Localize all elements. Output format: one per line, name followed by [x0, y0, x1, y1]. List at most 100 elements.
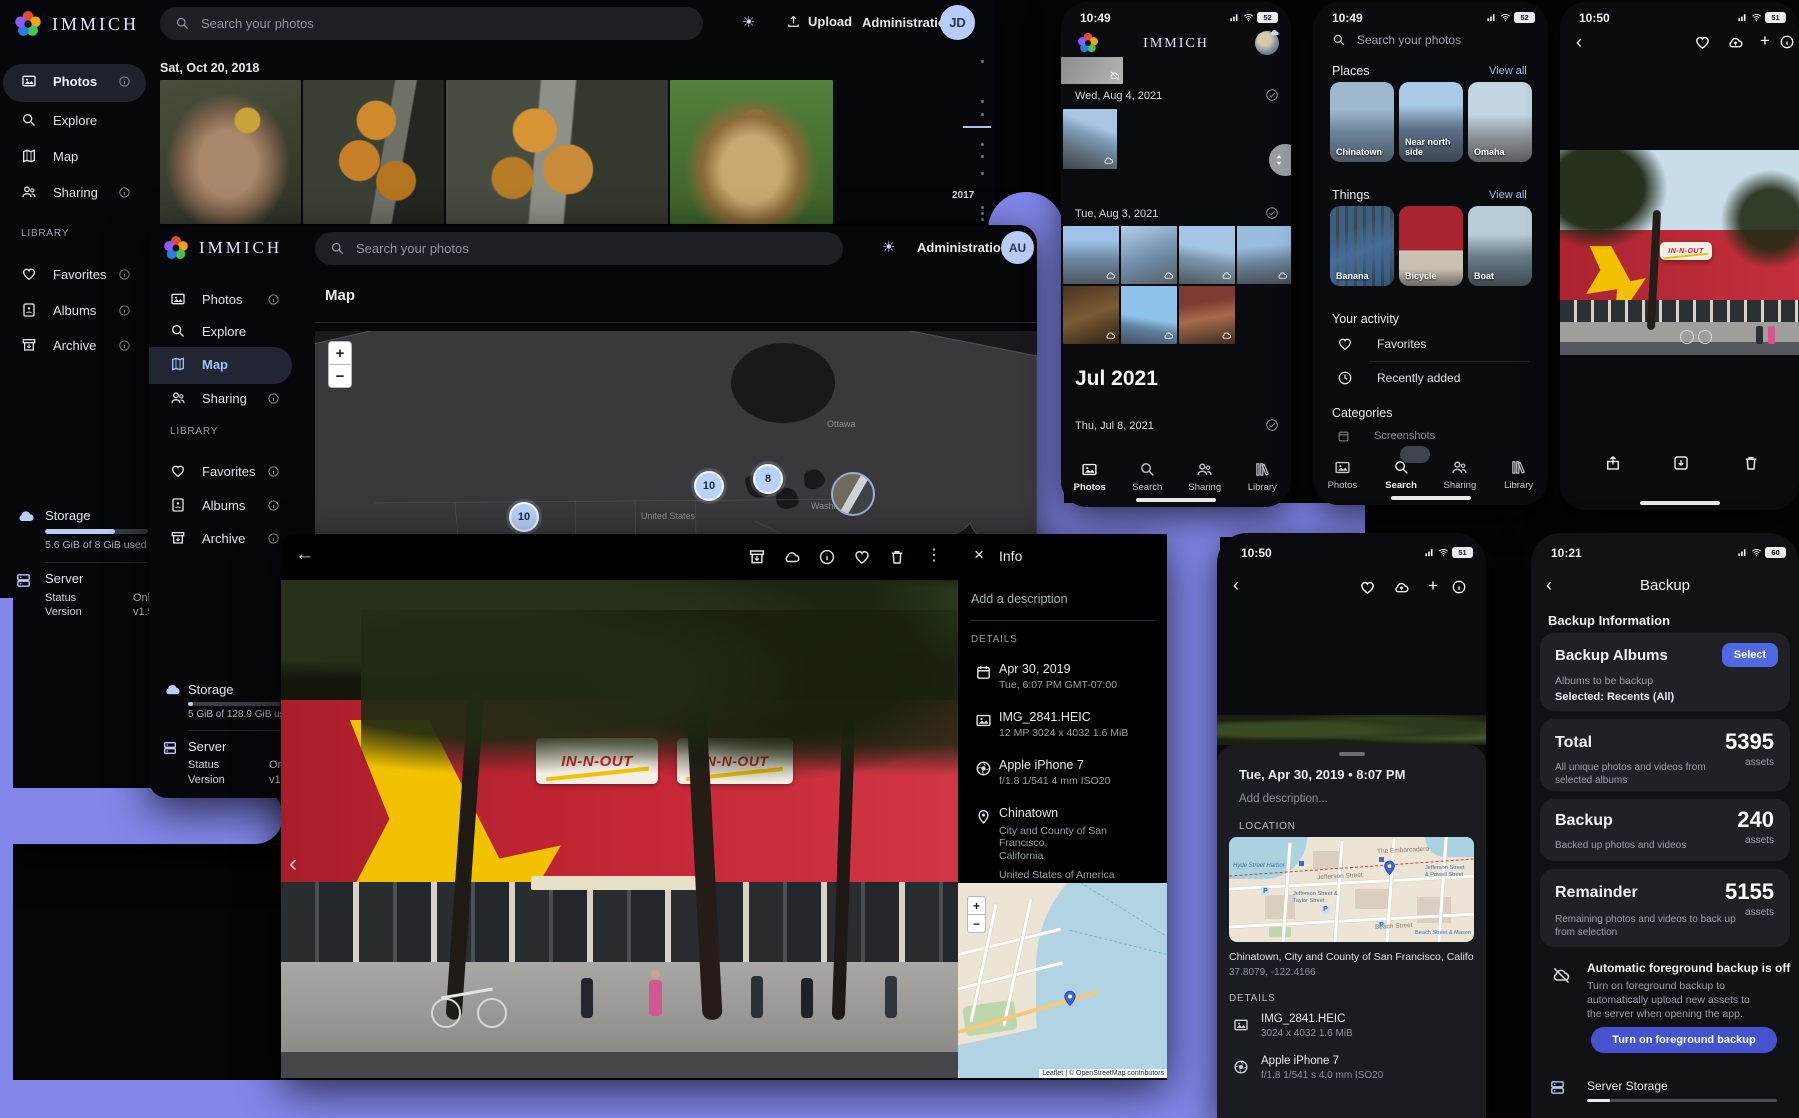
map-cluster[interactable]: 8 [753, 464, 783, 494]
sidebar-item-favorites[interactable]: Favorites [21, 266, 106, 282]
sidebar-item-map[interactable]: Map [21, 148, 78, 164]
home-indicator[interactable] [1136, 498, 1216, 502]
app-logo[interactable]: IMMICH [14, 10, 139, 38]
sidebar-item-sharing[interactable]: Sharing [21, 184, 98, 200]
place-card[interactable]: Omaha [1468, 82, 1532, 162]
sheet-drag-handle[interactable] [1339, 752, 1365, 756]
thing-card[interactable]: Boat [1468, 206, 1532, 286]
add-description-field[interactable]: Add description... [1239, 793, 1328, 805]
archive-icon[interactable] [748, 548, 766, 566]
turn-on-backup-button[interactable]: Turn on foreground backup [1591, 1027, 1777, 1053]
places-view-all[interactable]: View all [1489, 65, 1527, 77]
profile-avatar[interactable] [1255, 31, 1279, 55]
photo-tile[interactable] [1063, 109, 1117, 169]
select-button[interactable]: Select [1722, 643, 1778, 667]
photo-tile[interactable] [1179, 286, 1235, 344]
download-cloud-icon[interactable] [783, 548, 801, 566]
back-arrow-icon[interactable]: ← [295, 544, 314, 566]
photo-tile[interactable] [1063, 286, 1119, 344]
sidebar-item-archive[interactable]: Archive [21, 337, 96, 353]
tab-search[interactable]: Search [1119, 461, 1177, 493]
download-box-icon[interactable] [1672, 454, 1690, 472]
user-avatar[interactable]: JD [940, 5, 975, 40]
photo-thumbnail-mushroom-1[interactable] [160, 80, 301, 224]
map-cluster[interactable]: 10 [509, 502, 539, 532]
administration-link[interactable]: Administration [917, 240, 1009, 255]
photo-strip[interactable] [1217, 715, 1486, 745]
info-icon[interactable] [267, 499, 280, 512]
home-indicator[interactable] [1391, 496, 1471, 500]
info-icon[interactable] [818, 548, 836, 566]
theme-toggle-sun-icon[interactable]: ☀ [742, 13, 755, 31]
sidebar-item-albums[interactable]: Albums [21, 302, 96, 318]
photo-thumbnail-mushroom-basket[interactable] [670, 80, 833, 224]
share-icon[interactable] [1604, 454, 1622, 472]
things-view-all[interactable]: View all [1489, 189, 1527, 201]
sidebar-item-explore[interactable]: Explore [21, 112, 97, 128]
info-icon[interactable] [267, 293, 280, 306]
trash-icon[interactable] [888, 548, 906, 566]
favorite-heart-icon[interactable] [1359, 579, 1376, 596]
search-input[interactable]: Search your photos [160, 7, 703, 40]
photo-tile[interactable] [1061, 57, 1123, 84]
search-input[interactable]: Search your photos [1332, 33, 1461, 47]
photo-thumbnail-mushroom-2[interactable] [303, 80, 444, 224]
info-icon[interactable] [118, 75, 131, 88]
sidebar-item-photos[interactable]: Photos [170, 291, 242, 307]
info-icon[interactable] [118, 186, 131, 199]
photo-tile[interactable] [1063, 226, 1119, 284]
photo-viewer-image[interactable]: IN-N-OUT IN-N-OUT ‹ [281, 580, 958, 1078]
sidebar-item-archive[interactable]: Archive [170, 530, 245, 546]
photo-image[interactable]: IN-N-OUT [1560, 150, 1799, 355]
photo-tile[interactable] [1179, 226, 1235, 284]
place-card[interactable]: Near north side [1399, 82, 1463, 162]
upload-button[interactable]: Upload [786, 14, 852, 29]
activity-favorites-row[interactable]: Favorites [1337, 336, 1426, 352]
photo-tile[interactable] [1237, 226, 1291, 284]
photo-tile[interactable] [1121, 286, 1177, 344]
add-plus-icon[interactable]: + [1428, 576, 1438, 596]
photo-tile[interactable] [1121, 226, 1177, 284]
scrubber-handle[interactable] [1269, 144, 1291, 176]
zoom-in-button[interactable]: + [967, 896, 986, 915]
theme-toggle-sun-icon[interactable]: ☀ [882, 238, 895, 256]
tab-photos[interactable]: Photos [1061, 461, 1119, 493]
info-icon[interactable] [118, 304, 131, 317]
photo-thumbnail-mushroom-3[interactable] [446, 80, 668, 224]
search-input[interactable]: Search your photos [315, 232, 843, 265]
zoom-in-button[interactable]: + [328, 341, 352, 365]
sidebar-item-photos-row[interactable]: Photos [21, 73, 97, 89]
sidebar-item-explore[interactable]: Explore [170, 323, 246, 339]
sidebar-item-sharing[interactable]: Sharing [170, 390, 247, 406]
place-card[interactable]: Chinatown [1330, 82, 1394, 162]
zoom-out-button[interactable]: − [328, 365, 352, 388]
user-avatar[interactable]: AU [1001, 231, 1034, 264]
category-screenshots-row[interactable]: Screenshots [1337, 430, 1435, 442]
tab-sharing[interactable]: Sharing [1431, 459, 1490, 491]
upload-cloud-icon[interactable] [1727, 34, 1744, 51]
map-cluster[interactable]: 10 [694, 471, 724, 501]
info-icon[interactable] [1451, 579, 1467, 595]
upload-cloud-icon[interactable] [1393, 579, 1410, 596]
tab-photos[interactable]: Photos [1313, 459, 1372, 491]
info-icon[interactable] [267, 392, 280, 405]
add-plus-icon[interactable]: + [1760, 31, 1770, 51]
sidebar-item-favorites[interactable]: Favorites [170, 463, 255, 479]
favorite-heart-icon[interactable] [1694, 34, 1711, 51]
tab-search[interactable]: Search [1372, 459, 1431, 491]
zoom-out-button[interactable]: − [967, 915, 986, 933]
back-chevron-icon[interactable]: ‹ [1576, 32, 1582, 53]
select-check-icon[interactable] [1265, 88, 1279, 102]
map-attribution[interactable]: Leaflet | © OpenStreetMap contributors [1039, 1069, 1167, 1078]
thing-card[interactable]: Bicycle [1399, 206, 1463, 286]
back-chevron-icon[interactable]: ‹ [1233, 575, 1239, 596]
trash-icon[interactable] [1742, 454, 1760, 472]
tab-sharing[interactable]: Sharing [1176, 461, 1234, 493]
close-icon[interactable]: × [974, 545, 984, 565]
location-map[interactable]: P P P The Embarcadero Hyde Street Harbor… [1229, 837, 1474, 942]
add-description-field[interactable]: Add a description [971, 592, 1068, 606]
activity-recent-row[interactable]: Recently added [1337, 370, 1460, 386]
info-icon[interactable] [118, 268, 131, 281]
tab-library[interactable]: Library [1489, 459, 1548, 491]
info-icon[interactable] [1779, 34, 1795, 50]
